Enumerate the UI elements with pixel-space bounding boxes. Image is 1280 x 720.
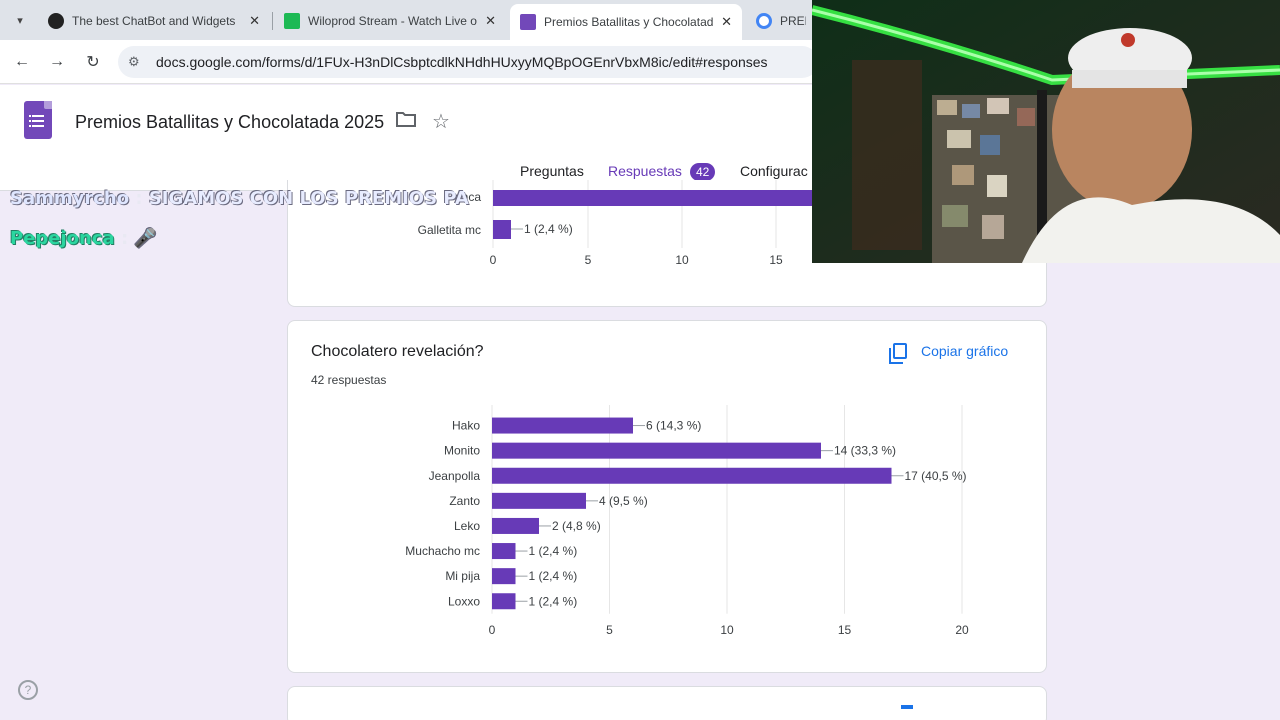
chart-category-label: Jeanpolla — [429, 469, 481, 483]
forms-favicon-icon — [520, 14, 536, 30]
tab-divider — [272, 12, 273, 30]
copy-chart-button[interactable]: Copiar gráfico — [889, 340, 1009, 364]
google-favicon-icon — [756, 13, 772, 29]
copy-icon[interactable] — [901, 705, 913, 709]
responses-bar-chart: 0 5 10 15 20 Hako 6 (14,3 %) Monito 14 (33,3 %) J… — [405, 405, 969, 637]
chart-tick-label: 15 — [838, 623, 852, 637]
chat-username: Pepejonca — [10, 228, 115, 249]
chart-tick-label: 10 — [675, 253, 689, 267]
chart-tick-label: 0 — [489, 623, 496, 637]
browser-tab-chatbot[interactable]: The best ChatBot and Widgets ✕ — [38, 6, 270, 36]
chart-data-label: 1 (2,4 %) — [529, 544, 578, 558]
chart-bar — [492, 593, 516, 610]
webcam-overlay — [812, 0, 1280, 263]
url-text: docs.google.com/forms/d/1FUx-H3nDlCsbptc… — [156, 54, 768, 70]
forward-icon[interactable]: → — [46, 51, 68, 73]
chart-data-label: 4 (9,5 %) — [599, 494, 648, 508]
back-icon[interactable]: ← — [11, 51, 33, 73]
chat-username: Sammyrcho — [10, 188, 130, 209]
chart-bar — [493, 190, 823, 206]
chart-bar — [492, 492, 586, 509]
chart-tick-label: 10 — [720, 623, 734, 637]
chart-data-label: 1 (2,4 %) — [524, 222, 573, 236]
chart-data-label: 1 (2,4 %) — [529, 569, 578, 583]
tab-respuestas[interactable]: Respuestas 42 — [608, 163, 716, 181]
chart-category-label: Monito — [444, 444, 480, 458]
responses-count-badge: 42 — [689, 163, 716, 181]
chart-tick-label: 0 — [490, 253, 497, 267]
chart-bar — [492, 568, 516, 585]
browser-tab-google[interactable]: PREMI — [746, 6, 816, 36]
chat-message: Sammyrcho : SIGAMOS CON LOS PREMIOS PA — [10, 188, 469, 209]
chart-category-label: Muchacho mc — [405, 544, 480, 558]
chart-category-label: Galletita mc — [418, 223, 481, 237]
chart-bar — [492, 417, 633, 434]
close-icon[interactable]: ✕ — [485, 13, 496, 29]
next-question-card — [287, 686, 1047, 720]
copy-chart-label: Copiar gráfico — [921, 343, 1009, 359]
close-icon[interactable]: ✕ — [721, 14, 732, 30]
tab-title: The best ChatBot and Widgets — [72, 14, 236, 28]
browser-tab-premios[interactable]: Premios Batallitas y Chocolatad ✕ — [510, 4, 742, 40]
chart-data-label: 17 (40,5 %) — [905, 469, 967, 483]
reload-icon[interactable]: ↻ — [82, 51, 104, 73]
tab-title: Wiloprod Stream - Watch Live o — [308, 14, 477, 28]
chart-category-label: Loxxo — [448, 594, 480, 608]
question-title: Chocolatero revelación? — [311, 343, 484, 360]
browser-tab-wiloprod[interactable]: Wiloprod Stream - Watch Live o ✕ — [274, 6, 506, 36]
copy-icon — [889, 343, 907, 364]
chart-bar — [492, 543, 516, 560]
tab-preguntas[interactable]: Preguntas — [520, 163, 584, 179]
chart-data-label: 2 (4,8 %) — [552, 519, 601, 533]
chart-tick-label: 20 — [955, 623, 969, 637]
tab-respuestas-label: Respuestas — [608, 163, 682, 179]
kick-favicon-icon — [284, 13, 300, 29]
chart-data-label: 6 (14,3 %) — [646, 419, 701, 433]
chart-bar — [492, 467, 892, 484]
chart-bar — [493, 220, 511, 239]
forms-logo-icon[interactable] — [24, 101, 52, 139]
chart-category-label: Mi pija — [445, 569, 480, 583]
chat-emote: 🎤 — [134, 228, 157, 249]
close-icon[interactable]: ✕ — [249, 13, 260, 29]
responses-count: 42 respuestas — [311, 373, 387, 387]
star-icon[interactable]: ☆ — [432, 109, 450, 134]
tab-title: PREMI — [780, 14, 806, 28]
chatbot-favicon-icon — [48, 13, 64, 29]
chart-tick-label: 15 — [769, 253, 783, 267]
help-icon[interactable]: ? — [18, 680, 38, 700]
tab-title: Premios Batallitas y Chocolatad — [544, 15, 714, 29]
tab-configuracion[interactable]: Configurac — [740, 163, 808, 179]
chart-category-label: Leko — [454, 519, 480, 533]
url-input[interactable]: ⚙ docs.google.com/forms/d/1FUx-H3nDlCsbp… — [118, 46, 818, 78]
chart-data-label: 1 (2,4 %) — [529, 594, 578, 608]
tab-search-button[interactable]: ▾ — [8, 8, 32, 32]
chat-message: Pepejonca : 🎤 — [10, 228, 157, 249]
chat-text: SIGAMOS CON LOS PREMIOS PA — [148, 188, 469, 209]
chart-category-label: Zanto — [449, 494, 480, 508]
chart-tick-label: 5 — [606, 623, 613, 637]
chart-tick-label: 5 — [585, 253, 592, 267]
chart-category-label: Hako — [452, 419, 480, 433]
chart-bar — [492, 442, 821, 459]
folder-icon[interactable] — [396, 111, 416, 132]
form-title[interactable]: Premios Batallitas y Chocolatada 2025 — [75, 112, 384, 133]
site-settings-icon[interactable]: ⚙ — [128, 54, 146, 70]
chart-bar — [492, 517, 539, 534]
chart-data-label: 14 (33,3 %) — [834, 444, 896, 458]
